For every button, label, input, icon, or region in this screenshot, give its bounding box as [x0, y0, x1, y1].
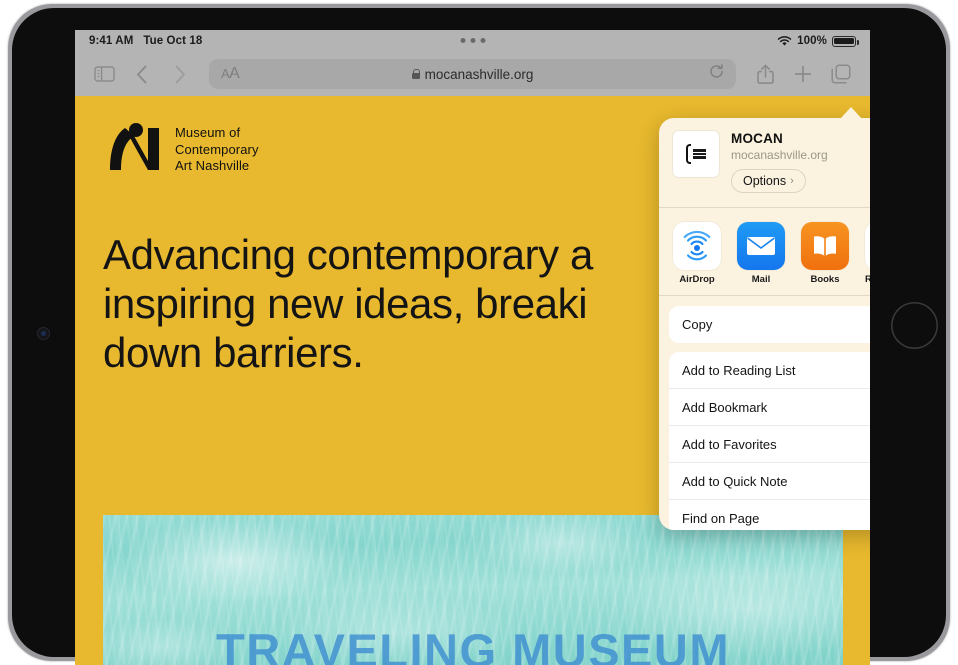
battery-percent: 100% — [797, 35, 827, 47]
action-label: Find on Page — [682, 511, 760, 526]
action-copy[interactable]: Copy — [669, 306, 870, 343]
share-target-label: Books — [810, 274, 840, 285]
share-target-airdrop[interactable]: AirDrop — [673, 222, 721, 285]
battery-icon — [832, 35, 859, 47]
status-bar: 9:41 AM Tue Oct 18 100% — [75, 30, 870, 52]
wifi-icon — [777, 35, 792, 46]
multitasking-handle[interactable] — [460, 38, 485, 43]
share-sheet-subtitle: mocanashville.org — [731, 148, 828, 162]
safari-toolbar: AA mocanashville.org — [75, 52, 870, 96]
moca-logo-mark[interactable] — [103, 120, 161, 178]
front-camera — [37, 327, 50, 340]
share-target-label: AirDrop — [679, 274, 715, 285]
share-sheet-arrow — [840, 107, 862, 119]
water-caption: TRAVELING MUSEUM — [215, 624, 730, 665]
share-apps-row: AirDrop Mail Books — [659, 208, 870, 296]
home-button[interactable] — [891, 302, 938, 349]
share-target-mail[interactable]: Mail — [737, 222, 785, 285]
share-actions: Copy Add to Reading List Add Bookmark Ad… — [659, 296, 870, 530]
lock-icon — [411, 69, 420, 79]
share-icon[interactable] — [748, 59, 782, 89]
reload-icon[interactable] — [709, 64, 724, 84]
action-find-on-page[interactable]: Find on Page — [669, 500, 870, 530]
options-button[interactable]: Options › — [731, 169, 806, 193]
share-sheet-title: MOCAN — [731, 131, 783, 146]
share-sheet: MOCAN mocanashville.org Options › AirDro… — [659, 118, 870, 530]
options-button-label: Options — [743, 174, 787, 188]
page-settings-aa-button[interactable]: AA — [221, 65, 240, 83]
action-label: Add to Reading List — [682, 362, 796, 378]
share-sheet-header: MOCAN mocanashville.org Options › — [659, 118, 870, 208]
status-time: 9:41 AM — [89, 35, 134, 47]
plus-icon[interactable] — [786, 59, 820, 89]
forward-chevron-icon[interactable] — [163, 59, 197, 89]
url-text: mocanashville.org — [424, 66, 534, 82]
address-bar[interactable]: AA mocanashville.org — [209, 59, 736, 89]
action-add-to-quick-note[interactable]: Add to Quick Note Aa — [669, 463, 870, 500]
action-group-main: Add to Reading List Add Bookmark Add to … — [669, 352, 870, 530]
action-group-copy: Copy — [669, 306, 870, 343]
ipad-device: 9:41 AM Tue Oct 18 100% AA mocanashville… — [0, 0, 958, 665]
airdrop-icon — [673, 222, 721, 270]
reminders-icon — [865, 222, 870, 270]
action-label: Add to Quick Note — [682, 473, 788, 489]
site-logo-text: Museum of Contemporary Art Nashville — [175, 120, 259, 175]
back-chevron-icon[interactable] — [125, 59, 159, 89]
chevron-right-icon: › — [790, 175, 794, 187]
action-label: Add to Favorites — [682, 436, 777, 452]
logo-line-2: Contemporary — [175, 141, 259, 157]
logo-line-1: Museum of — [175, 125, 241, 140]
action-label: Add Bookmark — [682, 399, 768, 415]
action-add-to-reading-list[interactable]: Add to Reading List — [669, 352, 870, 389]
site-thumbnail-icon — [673, 131, 719, 177]
share-target-books[interactable]: Books — [801, 222, 849, 285]
logo-line-3: Art Nashville — [175, 158, 250, 173]
hero-water-image: TRAVELING MUSEUM — [103, 515, 843, 665]
action-add-to-favorites[interactable]: Add to Favorites — [669, 426, 870, 463]
action-add-bookmark[interactable]: Add Bookmark — [669, 389, 870, 426]
sidebar-toggle-icon[interactable] — [87, 59, 121, 89]
mail-icon — [737, 222, 785, 270]
share-target-reminders[interactable]: Reminders — [865, 222, 870, 285]
books-icon — [801, 222, 849, 270]
share-target-label: Reminders — [865, 274, 870, 285]
ipad-screen: 9:41 AM Tue Oct 18 100% AA mocanashville… — [75, 30, 870, 665]
share-target-label: Mail — [751, 274, 771, 285]
tab-overview-icon[interactable] — [824, 59, 858, 89]
action-label: Copy — [682, 317, 713, 332]
status-date: Tue Oct 18 — [143, 35, 203, 47]
